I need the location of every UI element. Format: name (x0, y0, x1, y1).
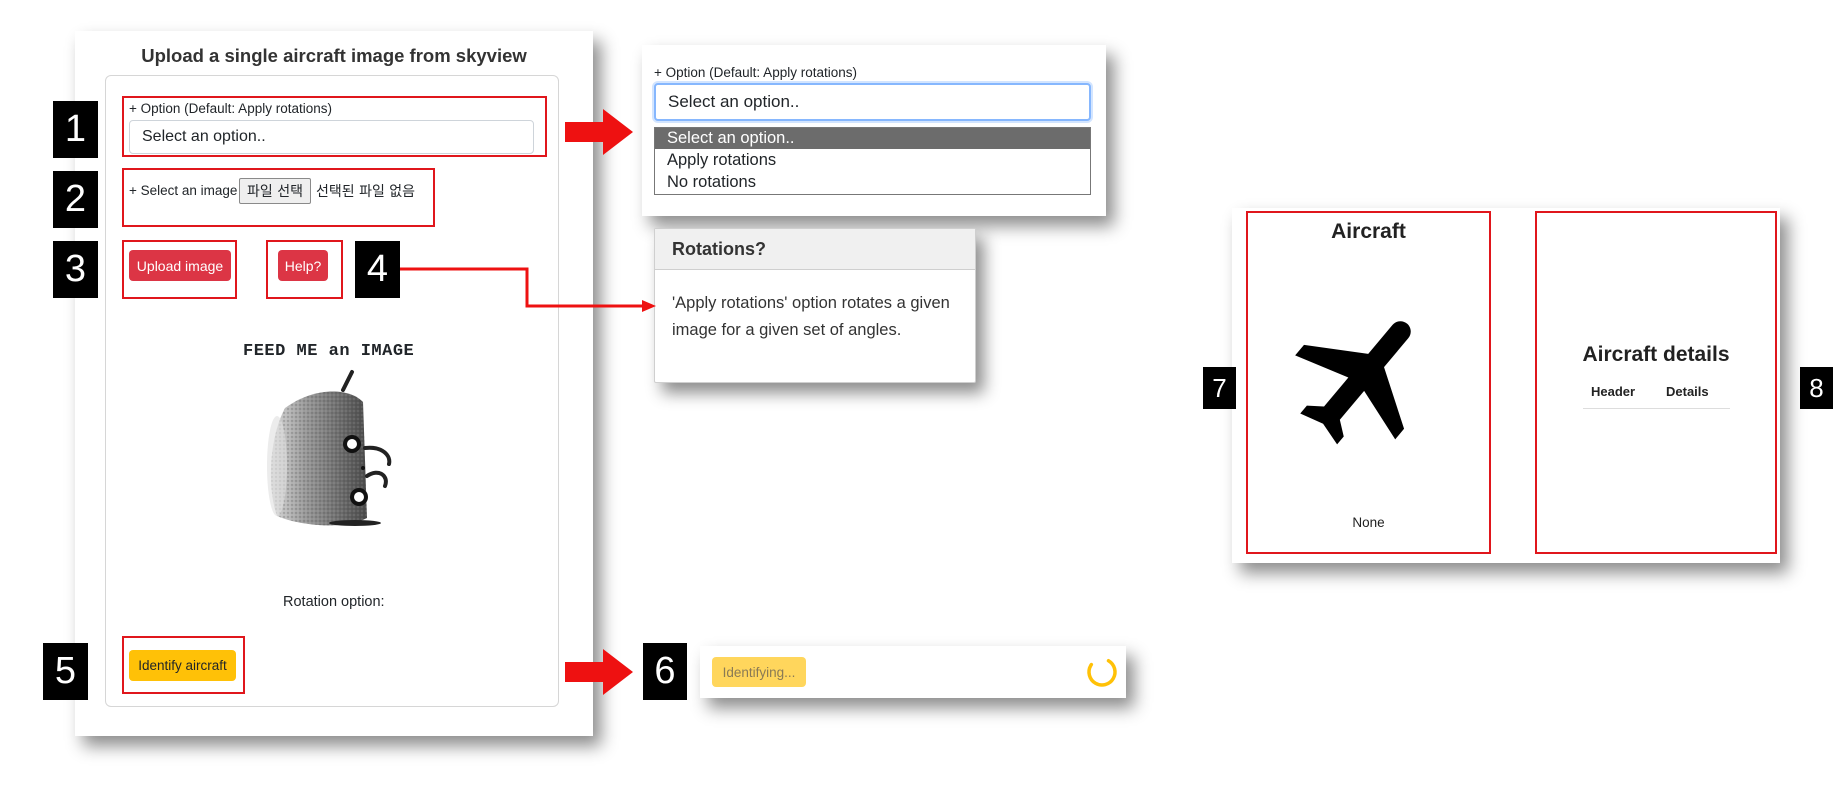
details-table-header: Header Details (1583, 381, 1730, 409)
callout-box-5 (122, 636, 245, 694)
callout-number-1: 1 (53, 101, 98, 158)
callout-number-6: 6 (643, 643, 687, 700)
arrow-1-to-dropdown (565, 109, 633, 155)
aircraft-details-title: Aircraft details (1582, 343, 1730, 366)
details-details-col: Details (1666, 384, 1709, 399)
airplane-icon (1295, 321, 1411, 445)
help-popup-body: 'Apply rotations' option rotates a given… (672, 294, 950, 339)
help-popup-title: Rotations? (672, 238, 766, 259)
callout-number-4: 4 (355, 241, 400, 298)
dropdown-select-focused[interactable]: Select an option.. (654, 83, 1091, 121)
callout-box-4 (266, 240, 343, 299)
callout-box-3 (122, 240, 237, 299)
dropdown-option-apply-rotations[interactable]: Apply rotations (655, 149, 1090, 171)
callout-number-8: 8 (1800, 367, 1833, 409)
aircraft-title: Aircraft (1331, 220, 1406, 243)
callout-box-2 (122, 168, 435, 227)
dropdown-option-no-rotations[interactable]: No rotations (655, 171, 1090, 193)
dropdown-option-label: + Option (Default: Apply rotations) (654, 65, 857, 80)
callout-number-3: 3 (53, 241, 98, 298)
help-popup-header: Rotations? (655, 229, 975, 270)
dropdown-option-select[interactable]: Select an option.. (655, 128, 1090, 149)
callout-box-1 (122, 96, 547, 157)
rotation-option-label: Rotation option: (283, 594, 385, 610)
identifying-button-disabled: Identifying... (712, 657, 806, 687)
details-header-col: Header (1591, 384, 1636, 399)
aircraft-name: None (1352, 515, 1385, 530)
page-title: Upload a single aircraft image from skyv… (141, 45, 527, 66)
arrow-4-to-help-popup (400, 267, 656, 312)
arrow-5-to-identifying (565, 649, 633, 695)
feed-me-text: FEED ME an IMAGE (243, 342, 415, 361)
callout-number-5: 5 (43, 643, 88, 700)
feed-me-mascot-illustration (267, 370, 392, 526)
callout-number-7: 7 (1203, 367, 1236, 409)
dropdown-options-list: Select an option.. Apply rotations No ro… (654, 127, 1091, 195)
callout-number-2: 2 (53, 171, 98, 228)
dropdown-select-value: Select an option.. (668, 92, 800, 111)
help-popup: Rotations? 'Apply rotations' option rota… (654, 228, 976, 383)
loading-spinner-icon (1087, 657, 1117, 687)
